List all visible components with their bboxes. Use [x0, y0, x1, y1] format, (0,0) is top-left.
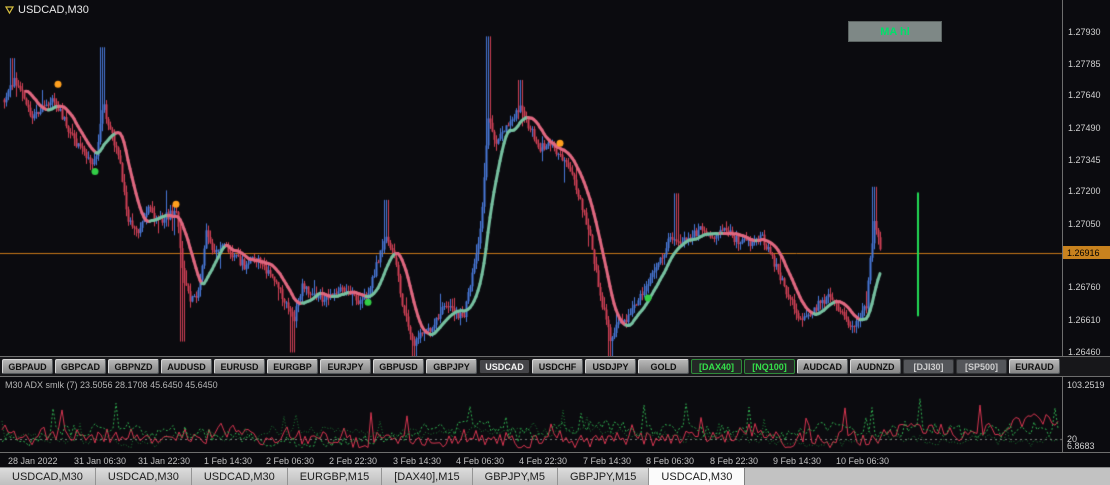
price-scale-label: 1.26610	[1068, 314, 1101, 325]
indicator-scale: 103.2519 20 6.8683	[1062, 377, 1110, 452]
current-price-value: 1.26916	[1067, 247, 1100, 258]
time-axis-label: 4 Feb 06:30	[456, 456, 505, 466]
chart-title-label: USDCAD,M30	[18, 4, 89, 16]
symbol-button-audnzd[interactable]: AUDNZD	[850, 359, 901, 374]
time-axis-label: 4 Feb 22:30	[519, 456, 568, 466]
chart-tab-usdcad-m30[interactable]: USDCAD,M30	[0, 468, 96, 485]
time-axis-label: 7 Feb 14:30	[583, 456, 632, 466]
indicator-panel: M30 ADX smlk (7) 23.5056 28.1708 45.6450…	[0, 376, 1110, 452]
price-scale-label: 1.27050	[1068, 218, 1101, 229]
candlestick-chart[interactable]	[0, 0, 1062, 356]
time-axis-label: 2 Feb 22:30	[329, 456, 378, 466]
symbol-button-gbpnzd[interactable]: GBPNZD	[108, 359, 159, 374]
symbol-button-gbpaud[interactable]: GBPAUD	[2, 359, 53, 374]
symbol-button-nq100[interactable]: [NQ100]	[744, 359, 795, 374]
chart-tab-usdcad-m30[interactable]: USDCAD,M30	[191, 468, 288, 485]
price-scale-label: 1.27490	[1068, 122, 1101, 133]
symbol-button-audusd[interactable]: AUDUSD	[161, 359, 212, 374]
price-scale-label: 1.27345	[1068, 154, 1101, 165]
time-axis-label: 3 Feb 14:30	[393, 456, 442, 466]
chart-tab-gbpjpy-m5[interactable]: GBPJPY,M5	[472, 468, 558, 485]
symbol-quick-bar: GBPAUD GBPCAD GBPNZD AUDUSD EURUSD EURGBP EURJ…	[0, 356, 1110, 376]
time-axis-label: 9 Feb 14:30	[773, 456, 822, 466]
indicator-min-label: 6.8683	[1067, 441, 1095, 451]
time-axis-label: 28 Jan 2022	[8, 456, 58, 466]
price-scale-label: 1.27640	[1068, 90, 1101, 101]
symbol-button-eurgbp[interactable]: EURGBP	[267, 359, 318, 374]
chart-tab-eurgbp-m15[interactable]: EURGBP,M15	[287, 468, 383, 485]
price-scale: 1.26916 1.27930 1.27785 1.27640 1.27490 1.27…	[1062, 0, 1110, 357]
time-axis-label: 31 Jan 22:30	[138, 456, 191, 466]
chart-title: USDCAD,M30	[5, 4, 89, 16]
trading-platform-window: USDCAD,M30 MA hl 1.26916 1.27930 1.27785 1…	[0, 0, 1110, 485]
chart-tab-bar: USDCAD,M30 USDCAD,M30 USDCAD,M30 EURGBP,M15…	[0, 467, 1110, 485]
symbol-button-usdcad[interactable]: USDCAD	[479, 359, 530, 374]
main-chart-panel: USDCAD,M30 MA hl 1.26916 1.27930 1.27785 1…	[0, 0, 1110, 357]
time-axis-label: 31 Jan 06:30	[74, 456, 127, 466]
time-axis-label: 10 Feb 06:30	[836, 456, 890, 466]
indicator-title: M30 ADX smlk (7) 23.5056 28.1708 45.6450…	[5, 380, 218, 390]
chart-tab-usdcad-m30[interactable]: USDCAD,M30	[649, 468, 746, 485]
symbol-button-dji30[interactable]: [DJI30]	[903, 359, 954, 374]
symbol-button-gold[interactable]: GOLD	[638, 359, 689, 374]
chart-tab--dax40--m15[interactable]: [DAX40],M15	[382, 468, 473, 485]
symbol-button-gbpusd[interactable]: GBPUSD	[373, 359, 424, 374]
ma-hl-label: MA hl	[880, 25, 910, 38]
price-scale-label: 1.26760	[1068, 282, 1101, 293]
current-price-box: 1.26916	[1063, 246, 1110, 260]
symbol-button-gbpjpy[interactable]: GBPJPY	[426, 359, 477, 374]
symbol-button-usdchf[interactable]: USDCHF	[532, 359, 583, 374]
time-axis-label: 8 Feb 22:30	[710, 456, 759, 466]
symbol-button-sp500[interactable]: [SP500]	[956, 359, 1007, 374]
time-axis: 28 Jan 2022 31 Jan 06:30 31 Jan 22:30 1 Feb…	[0, 452, 1110, 467]
time-axis-label: 1 Feb 14:30	[204, 456, 253, 466]
symbol-button-audcad[interactable]: AUDCAD	[797, 359, 848, 374]
chart-tab-gbpjpy-m15[interactable]: GBPJPY,M15	[557, 468, 650, 485]
price-scale-label: 1.27930	[1068, 27, 1101, 37]
symbol-button-usdjpy[interactable]: USDJPY	[585, 359, 636, 374]
price-scale-label: 1.27785	[1068, 58, 1101, 69]
chart-tab-usdcad-m30[interactable]: USDCAD,M30	[95, 468, 192, 485]
symbol-button-eurusd[interactable]: EURUSD	[214, 359, 265, 374]
symbol-button-gbpcad[interactable]: GBPCAD	[55, 359, 106, 374]
symbol-button-dax40[interactable]: [DAX40]	[691, 359, 742, 374]
time-axis-label: 2 Feb 06:30	[266, 456, 315, 466]
price-scale-label: 1.27200	[1068, 186, 1101, 197]
indicator-max-label: 103.2519	[1067, 380, 1105, 390]
symbol-button-euraud[interactable]: EURAUD	[1009, 359, 1060, 374]
time-axis-label: 8 Feb 06:30	[646, 456, 695, 466]
chart-marker-icon	[5, 5, 14, 14]
ma-hl-indicator-button[interactable]: MA hl	[848, 21, 942, 42]
symbol-button-eurjpy[interactable]: EURJPY	[320, 359, 371, 374]
